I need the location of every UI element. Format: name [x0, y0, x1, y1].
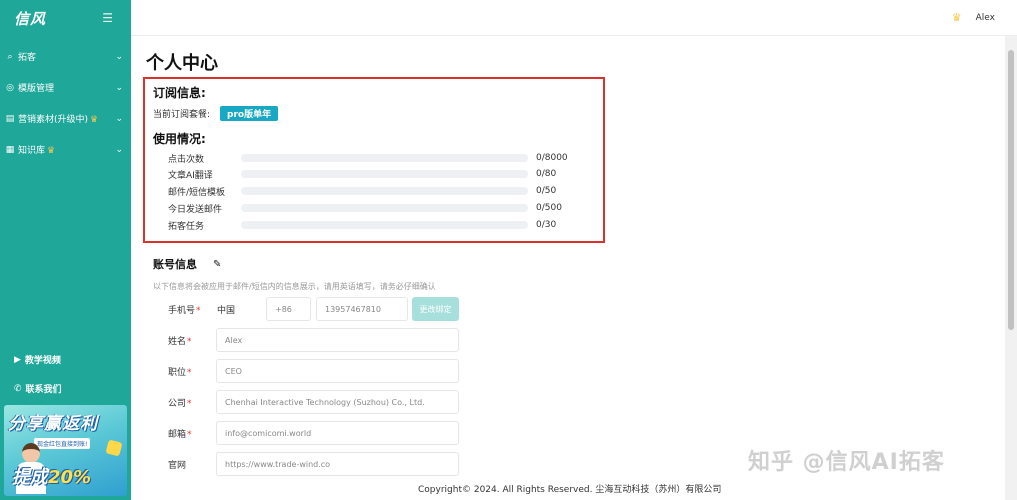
- company-field[interactable]: Chenhai Interactive Technology (Suzhou) …: [216, 390, 459, 414]
- website-label: 官网: [168, 461, 187, 471]
- contact-us-label: 联系我们: [25, 385, 62, 395]
- page-title: 个人中心: [146, 53, 218, 74]
- crown-icon: ♛: [47, 146, 56, 156]
- usage-progress-bar: [241, 170, 528, 178]
- company-label: 公司*: [168, 399, 192, 409]
- edit-icon[interactable]: ✎: [213, 259, 221, 270]
- usage-label: 拓客任务: [168, 221, 205, 232]
- sidebar-item-knowledge[interactable]: ▦ 知识库 ♛ ⌄: [0, 134, 131, 165]
- crown-icon: ♛: [951, 11, 962, 24]
- usage-row: 邮件/短信模板 0/50: [168, 184, 556, 198]
- usage-progress-bar: [241, 204, 528, 212]
- footer-copyright: Copyright© 2024. All Rights Reserved. 尘海…: [418, 485, 722, 495]
- plan-row: 当前订阅套餐: pro版单年: [153, 106, 279, 121]
- logo-row: 信风 ☰: [0, 0, 131, 36]
- app-logo[interactable]: 信风: [14, 8, 46, 29]
- sidebar-item-templates[interactable]: ◎ 模版管理 ⌄: [0, 72, 131, 103]
- plan-label: 当前订阅套餐:: [153, 110, 211, 120]
- chevron-down-icon: ⌄: [115, 51, 123, 62]
- sidebar-item-label: 拓客: [18, 53, 37, 63]
- scrollbar[interactable]: [1005, 36, 1017, 500]
- usage-progress-bar: [241, 221, 528, 229]
- website-field[interactable]: https://www.trade-wind.co: [216, 452, 459, 476]
- tutorial-video-link[interactable]: ▶ 教学视频: [14, 353, 61, 367]
- usage-heading: 使用情况:: [153, 132, 206, 146]
- scrollbar-thumb[interactable]: [1008, 50, 1014, 330]
- usage-value: 0/30: [536, 220, 557, 230]
- usage-progress-bar: [241, 154, 528, 162]
- email-label: 邮箱*: [168, 430, 192, 440]
- usage-row: 点击次数 0/8000: [168, 151, 568, 165]
- promo-commission: 提成20%: [12, 467, 92, 488]
- email-field[interactable]: info@comicomi.world: [216, 421, 459, 445]
- material-icon: ▤: [5, 113, 15, 124]
- search-icon: ⌕: [7, 51, 13, 62]
- usage-row: 今日发送邮件 0/500: [168, 201, 562, 215]
- user-menu[interactable]: ♛ Alex: [952, 11, 995, 24]
- usage-label: 点击次数: [168, 154, 205, 165]
- name-field[interactable]: Alex: [216, 328, 459, 352]
- dial-code-field[interactable]: +86: [266, 297, 311, 321]
- watermark: 知乎 @信风AI拓客: [748, 450, 945, 475]
- sidebar-item-prospecting[interactable]: ⌕ 拓客 ⌄: [0, 41, 131, 72]
- usage-value: 0/8000: [536, 153, 568, 163]
- subscription-heading: 订阅信息:: [153, 86, 206, 100]
- chevron-down-icon: ⌄: [115, 82, 123, 93]
- phone-label: 手机号*: [168, 306, 201, 316]
- name-label: 姓名*: [168, 337, 192, 347]
- red-packet-icon: [105, 439, 123, 457]
- check-circle-icon: ◎: [6, 82, 14, 93]
- chevron-down-icon: ⌄: [115, 113, 123, 124]
- usage-value: 0/80: [536, 169, 557, 179]
- promo-title: 分享赢返利: [8, 414, 98, 434]
- usage-value: 0/50: [536, 186, 557, 196]
- account-info-hint: 以下信息将会被应用于邮件/短信内的信息展示，请用英语填写，请务必仔细确认: [153, 282, 436, 291]
- chevron-down-icon: ⌄: [115, 144, 123, 155]
- phone-field[interactable]: 13957467810: [316, 297, 408, 321]
- sidebar: 信风 ☰ ⌕ 拓客 ⌄ ◎ 模版管理 ⌄ ▤ 营销素材(升级中) ♛ ⌄ ▦ 知识…: [0, 0, 131, 500]
- contact-us-link[interactable]: ✆ 联系我们: [14, 382, 62, 396]
- sidebar-item-label: 模版管理: [18, 84, 55, 94]
- usage-label: 邮件/短信模板: [168, 187, 226, 198]
- change-binding-button[interactable]: 更改绑定: [412, 297, 459, 321]
- usage-progress-bar: [241, 187, 528, 195]
- usage-row: 文章AI翻译 0/80: [168, 167, 556, 181]
- position-label: 职位*: [168, 368, 192, 378]
- menu-fold-icon[interactable]: ☰: [102, 11, 113, 25]
- user-name: Alex: [975, 12, 995, 23]
- referral-promo-banner[interactable]: 分享赢返利 现金红包直接到账! 提成20%: [4, 405, 127, 496]
- top-bar: ♛ Alex: [131, 0, 1017, 36]
- video-icon: ▶: [14, 354, 21, 365]
- usage-value: 0/500: [536, 203, 562, 213]
- usage-label: 文章AI翻译: [168, 170, 213, 181]
- tutorial-video-label: 教学视频: [24, 356, 61, 366]
- country-select[interactable]: 中国: [217, 303, 235, 316]
- account-info-heading: 账号信息 ✎: [153, 258, 222, 271]
- book-icon: ▦: [5, 144, 15, 155]
- crown-icon: ♛: [90, 115, 99, 125]
- usage-label: 今日发送邮件: [168, 204, 223, 215]
- sidebar-item-materials[interactable]: ▤ 营销素材(升级中) ♛ ⌄: [0, 103, 131, 134]
- plan-badge: pro版单年: [220, 106, 279, 121]
- usage-row: 拓客任务 0/30: [168, 218, 556, 232]
- sidebar-item-label: 知识库: [18, 146, 46, 156]
- phone-icon: ✆: [14, 383, 22, 394]
- sidebar-item-label: 营销素材(升级中): [18, 115, 89, 125]
- position-field[interactable]: CEO: [216, 359, 459, 383]
